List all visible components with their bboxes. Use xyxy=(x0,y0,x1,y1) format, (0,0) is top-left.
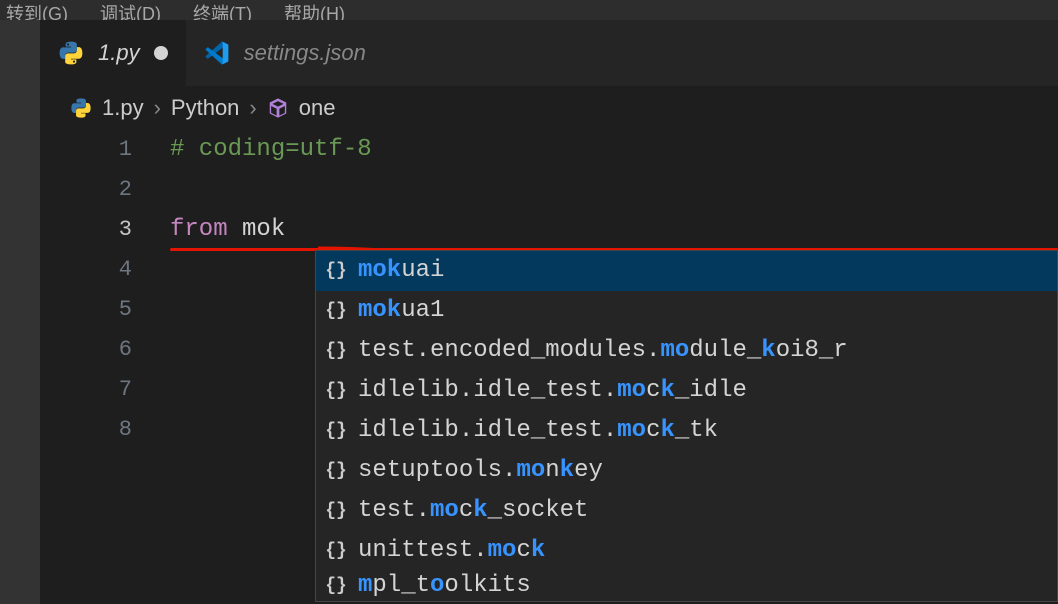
suggest-item[interactable]: {} setuptools.monkey xyxy=(316,451,1057,491)
module-brackets-icon: {} xyxy=(324,459,348,483)
suggest-label: idlelib.idle_test.mock_tk xyxy=(358,411,718,451)
chevron-right-icon: › xyxy=(249,95,256,121)
line-number: 3 xyxy=(0,210,170,250)
line-number: 8 xyxy=(0,410,170,450)
breadcrumb[interactable]: 1.py › Python › one xyxy=(0,86,1058,130)
line-number: 6 xyxy=(0,330,170,370)
python-icon xyxy=(70,97,92,119)
dirty-indicator-icon[interactable] xyxy=(154,46,168,60)
breadcrumb-file[interactable]: 1.py xyxy=(102,95,144,121)
code-comment: # coding=utf-8 xyxy=(170,136,372,163)
module-brackets-icon: {} xyxy=(324,574,348,598)
intellisense-popup[interactable]: {} mokuai {} mokua1 {} test.encoded_modules.m… xyxy=(315,250,1058,602)
suggest-item[interactable]: {} test.mock_socket xyxy=(316,491,1057,531)
module-brackets-icon: {} xyxy=(324,259,348,283)
breadcrumb-lang[interactable]: Python xyxy=(171,95,240,121)
line-number: 2 xyxy=(0,170,170,210)
line-number: 7 xyxy=(0,370,170,410)
module-brackets-icon: {} xyxy=(324,299,348,323)
tab-1py[interactable]: 1.py xyxy=(40,20,186,86)
suggest-label: mokuai xyxy=(358,251,444,291)
code-line[interactable]: from mok xyxy=(170,210,285,250)
suggest-item[interactable]: {} mokuai xyxy=(316,251,1057,291)
vscode-icon xyxy=(204,40,230,66)
suggest-item[interactable]: {} unittest.mock xyxy=(316,531,1057,571)
tab-label: settings.json xyxy=(244,40,366,66)
tab-label: 1.py xyxy=(98,40,140,66)
module-brackets-icon: {} xyxy=(324,499,348,523)
suggest-item[interactable]: {} mokua1 xyxy=(316,291,1057,331)
suggest-item[interactable]: {} idlelib.idle_test.mock_idle xyxy=(316,371,1057,411)
module-brackets-icon: {} xyxy=(324,339,348,363)
tab-settings[interactable]: settings.json xyxy=(186,20,384,86)
chevron-right-icon: › xyxy=(154,95,161,121)
menu-bar[interactable]: 转到(G) 调试(D) 终端(T) 帮助(H) xyxy=(0,0,1058,20)
menu-item-debug[interactable]: 调试(D) xyxy=(100,0,161,20)
tab-bar: 1.py settings.json xyxy=(40,20,1058,86)
menu-item-goto[interactable]: 转到(G) xyxy=(6,0,68,20)
line-number: 4 xyxy=(0,250,170,290)
module-brackets-icon: {} xyxy=(324,419,348,443)
module-icon xyxy=(267,97,289,119)
suggest-item[interactable]: {} idlelib.idle_test.mock_tk xyxy=(316,411,1057,451)
module-brackets-icon: {} xyxy=(324,379,348,403)
suggest-label: test.encoded_modules.module_koi8_r xyxy=(358,331,848,371)
python-icon xyxy=(58,40,84,66)
suggest-label: unittest.mock xyxy=(358,531,545,571)
module-brackets-icon: {} xyxy=(324,539,348,563)
editor[interactable]: 1# coding=utf-8 2 3from mok 4 5 6 7 8 {}… xyxy=(0,130,1058,450)
suggest-label: mpl_toolkits xyxy=(358,571,531,601)
suggest-label: idlelib.idle_test.mock_idle xyxy=(358,371,747,411)
menu-item-help[interactable]: 帮助(H) xyxy=(284,0,345,20)
line-number: 1 xyxy=(0,130,170,170)
suggest-label: test.mock_socket xyxy=(358,491,588,531)
menu-item-terminal[interactable]: 终端(T) xyxy=(193,0,252,20)
breadcrumb-symbol[interactable]: one xyxy=(299,95,336,121)
suggest-item[interactable]: {} mpl_toolkits xyxy=(316,571,1057,601)
line-number: 5 xyxy=(0,290,170,330)
suggest-item[interactable]: {} test.encoded_modules.module_koi8_r xyxy=(316,331,1057,371)
suggest-label: setuptools.monkey xyxy=(358,451,603,491)
suggest-label: mokua1 xyxy=(358,291,444,331)
